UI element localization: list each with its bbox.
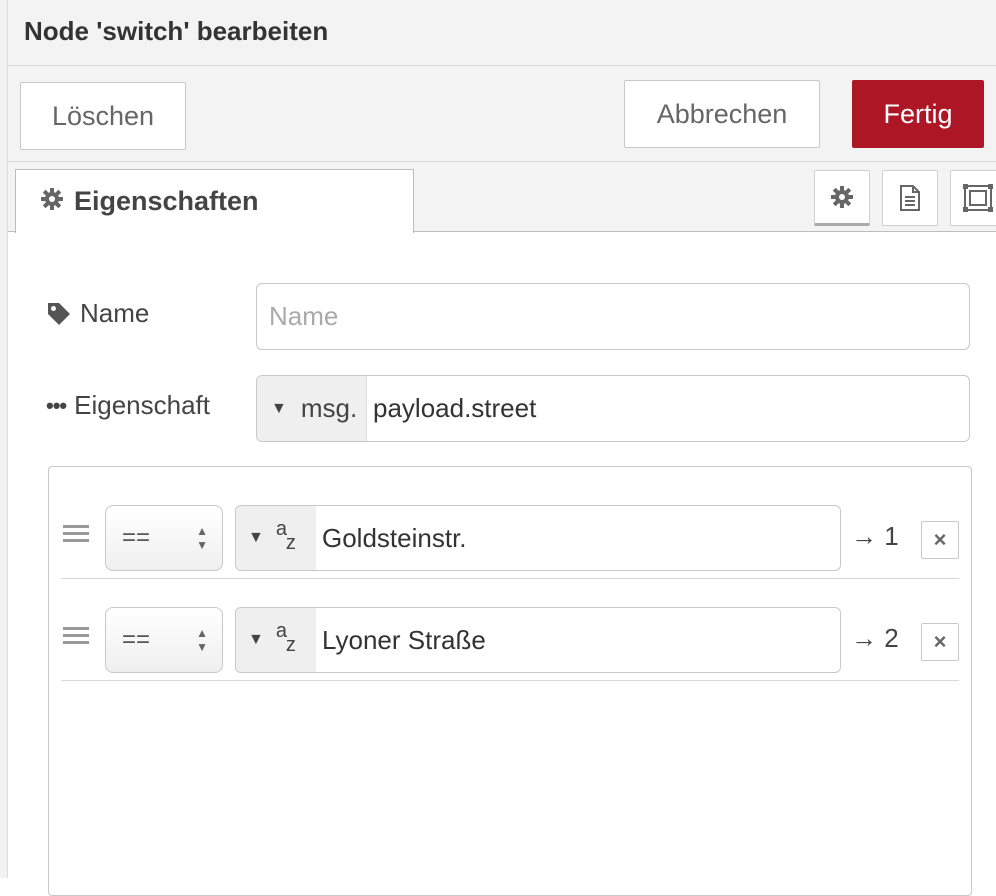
rule-row: == ▲ ▼ ▼ az Lyoner Straße → 2 × [49,579,971,681]
property-value[interactable]: payload.street [367,376,536,441]
operator-select[interactable]: == ▲ ▼ [105,607,223,673]
value-type-select[interactable]: ▼ az [236,608,316,672]
gear-icon [831,186,853,208]
dialog-title: Node 'switch' bearbeiten [24,16,329,46]
ellipsis-icon: ••• [46,392,67,418]
rule-value-input[interactable]: ▼ az Goldsteinstr. [235,505,841,571]
gear-icon [40,187,64,216]
settings-tab-icon[interactable] [814,170,870,226]
description-tab-icon[interactable] [882,170,938,226]
select-arrows-icon: ▲ ▼ [196,626,208,654]
property-label: ••• Eigenschaft [46,390,210,420]
name-input[interactable]: Name [256,283,970,350]
caret-down-icon: ▼ [271,399,287,417]
rule-row: == ▲ ▼ ▼ az Goldsteinstr. → 1 × [49,477,971,579]
select-arrows-icon: ▲ ▼ [196,524,208,552]
left-edge [0,0,8,878]
rules-list: == ▲ ▼ ▼ az Goldsteinstr. → 1 × == ▲ ▼ ▼ a… [48,466,972,896]
operator-select[interactable]: == ▲ ▼ [105,505,223,571]
close-icon: × [933,527,947,552]
string-type-icon: az [275,518,296,554]
caret-down-icon: ▼ [248,529,264,546]
remove-rule-button[interactable]: × [921,521,959,559]
tab-label: Eigenschaften [74,186,259,216]
document-icon [900,185,920,211]
remove-rule-button[interactable]: × [921,623,959,661]
value-type-select[interactable]: ▼ az [236,506,316,570]
tab-bar: Eigenschaften [8,162,996,233]
tag-icon [48,302,70,325]
tab-properties[interactable]: Eigenschaften [15,169,414,233]
rule-value[interactable]: Lyoner Straße [316,608,486,672]
cancel-button[interactable]: Abbrechen [624,80,820,148]
close-icon: × [933,629,947,654]
rule-value[interactable]: Goldsteinstr. [316,506,467,570]
appearance-tab-icon[interactable] [950,170,996,226]
property-input[interactable]: ▼ msg. payload.street [256,375,970,442]
drag-handle-icon[interactable] [63,627,89,648]
property-type-select[interactable]: ▼ msg. [257,376,367,441]
caret-down-icon: ▼ [248,631,264,648]
rule-output: → 2 [851,623,899,653]
dialog-toolbar: Löschen Abbrechen Fertig [8,66,996,162]
row-divider [61,680,959,681]
frame-icon [963,184,993,212]
rule-value-input[interactable]: ▼ az Lyoner Straße [235,607,841,673]
string-type-icon: az [275,620,296,656]
name-label: Name [46,298,149,329]
rule-output: → 1 [851,521,899,551]
delete-button[interactable]: Löschen [20,82,186,150]
done-button[interactable]: Fertig [852,80,984,148]
drag-handle-icon[interactable] [63,525,89,546]
dialog-header: Node 'switch' bearbeiten [8,0,996,66]
